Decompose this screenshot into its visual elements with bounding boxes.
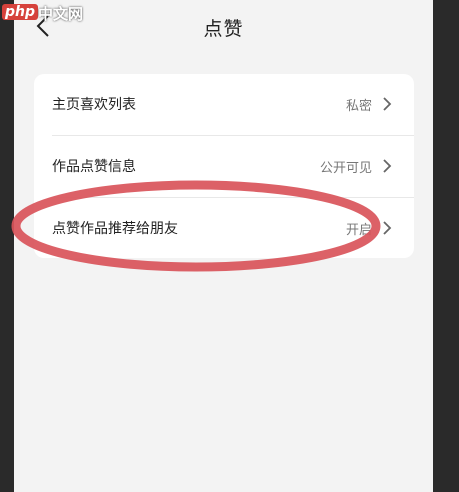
setting-value: 公开可见 <box>319 161 372 176</box>
phone-screen: 点赞 主页喜欢列表 私密 作品点赞信息 公开可见 点赞作品推荐给朋友 开启 <box>14 0 433 492</box>
chevron-right-icon <box>383 97 392 111</box>
setting-value: 私密 <box>345 99 372 114</box>
site-watermark: php 中文网 <box>0 0 90 26</box>
chevron-right-icon <box>383 221 392 235</box>
settings-card: 主页喜欢列表 私密 作品点赞信息 公开可见 点赞作品推荐给朋友 开启 <box>34 74 414 258</box>
setting-row-homepage-likes[interactable]: 主页喜欢列表 私密 <box>34 74 414 135</box>
setting-label: 作品点赞信息 <box>52 159 136 175</box>
chevron-right-icon <box>383 159 392 173</box>
setting-row-recommend-to-friends[interactable]: 点赞作品推荐给朋友 开启 <box>34 198 414 258</box>
setting-label: 点赞作品推荐给朋友 <box>52 221 178 237</box>
watermark-logo: php <box>2 4 39 20</box>
watermark-text: 中文网 <box>38 5 84 23</box>
setting-value: 开启 <box>345 223 372 238</box>
setting-label: 主页喜欢列表 <box>52 97 136 113</box>
setting-row-like-info[interactable]: 作品点赞信息 公开可见 <box>34 136 414 197</box>
